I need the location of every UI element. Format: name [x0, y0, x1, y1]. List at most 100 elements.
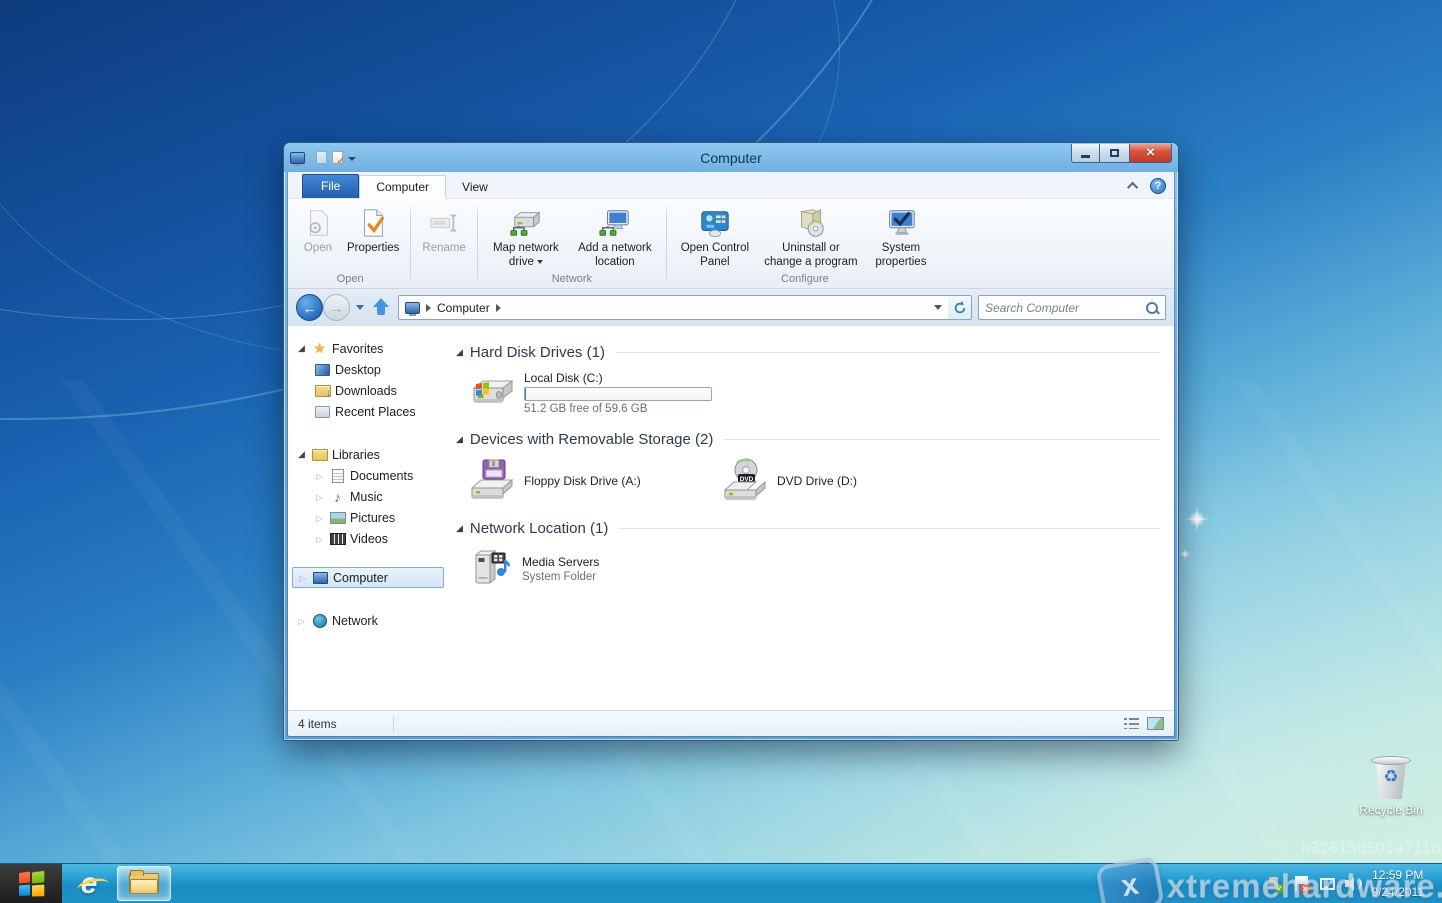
recent-places-icon	[314, 404, 331, 419]
videos-icon	[329, 531, 346, 546]
close-button[interactable]	[1129, 144, 1172, 163]
sidebar-item-libraries[interactable]: Libraries	[292, 444, 448, 465]
section-header-network-location[interactable]: Network Location (1)	[456, 520, 1160, 537]
network-tile-media-servers[interactable]: Media Servers System Folder	[456, 541, 709, 599]
taskbar-file-explorer[interactable]	[117, 866, 171, 901]
uninstall-program-button[interactable]: Uninstall or change a program	[759, 204, 863, 271]
file-explorer-icon	[129, 873, 159, 895]
sidebar-item-computer[interactable]: Computer	[292, 567, 444, 588]
dropdown-arrow-icon	[537, 260, 543, 264]
recycle-bin-icon[interactable]	[1371, 755, 1411, 801]
breadcrumb-computer[interactable]: Computer	[437, 301, 490, 315]
action-center-icon[interactable]: ✕	[1292, 875, 1309, 892]
back-button[interactable]	[296, 294, 323, 321]
internet-explorer-icon: e	[81, 869, 98, 899]
recycle-bin[interactable]: Recycle Bin	[1352, 755, 1430, 817]
drive-tile-local-disk-c[interactable]: Local Disk (C:) 51.2 GB free of 59.6 GB	[456, 365, 736, 423]
properties-icon	[356, 207, 390, 239]
search-icon[interactable]	[1145, 301, 1159, 315]
collapse-arrow-icon[interactable]	[296, 343, 307, 354]
details-view-icon[interactable]	[1124, 717, 1139, 730]
collapse-arrow-icon[interactable]	[456, 523, 463, 534]
open-control-panel-button[interactable]: Open Control Panel	[673, 204, 757, 271]
expand-arrow-icon[interactable]	[314, 492, 325, 502]
minimize-icon	[1081, 155, 1090, 158]
refresh-button[interactable]	[948, 295, 972, 320]
tab-file[interactable]: File	[302, 174, 359, 198]
collapse-arrow-icon[interactable]	[456, 347, 463, 358]
start-button[interactable]	[0, 864, 62, 903]
wallpaper-sparkle	[1188, 510, 1206, 528]
taskbar: e ✕ 12:59 PM 9/24/2011	[0, 863, 1442, 903]
collapse-arrow-icon[interactable]	[296, 449, 307, 460]
wallpaper-sparkle	[1181, 550, 1190, 559]
collapse-arrow-icon[interactable]	[456, 434, 463, 445]
expand-arrow-icon[interactable]	[314, 534, 325, 544]
sidebar-item-network[interactable]: Network	[292, 610, 448, 631]
explorer-window-icon[interactable]	[290, 152, 305, 164]
sidebar-item-downloads[interactable]: Downloads	[292, 380, 448, 401]
navigation-bar: Computer	[288, 289, 1174, 326]
search-input[interactable]	[985, 301, 1145, 315]
map-network-drive-button[interactable]: Map network drive	[484, 204, 568, 271]
taskbar-clock[interactable]: 12:59 PM 9/24/2011	[1370, 867, 1435, 901]
ribbon-group-open: Open Properties Open	[292, 201, 408, 288]
rename-button[interactable]: Rename	[417, 204, 470, 258]
dvd-drive-icon: DVD	[721, 458, 769, 504]
volume-icon[interactable]	[1344, 875, 1361, 892]
expand-arrow-icon[interactable]	[314, 513, 325, 523]
expand-arrow-icon[interactable]	[314, 471, 325, 481]
network-tray-icon[interactable]	[1318, 875, 1335, 892]
network-icon	[311, 613, 328, 628]
uninstall-program-icon	[794, 207, 828, 239]
expand-arrow-icon[interactable]	[296, 616, 307, 626]
system-properties-button[interactable]: System properties	[865, 204, 937, 271]
up-button[interactable]	[370, 296, 392, 320]
properties-button[interactable]: Properties	[342, 204, 404, 258]
section-header-hard-disk-drives[interactable]: Hard Disk Drives (1)	[456, 344, 1160, 361]
titlebar[interactable]: Computer	[284, 143, 1178, 172]
taskbar-internet-explorer[interactable]: e	[62, 864, 116, 903]
properties-qat-icon[interactable]	[332, 151, 343, 164]
ribbon-group-label: Network	[484, 271, 660, 288]
sidebar-item-recent-places[interactable]: Recent Places	[292, 401, 448, 422]
sidebar-item-favorites[interactable]: Favorites	[292, 338, 448, 359]
sidebar-item-music[interactable]: Music	[292, 486, 448, 507]
drive-tile-dvd-d[interactable]: DVD DVD Drive (D:)	[709, 452, 962, 512]
breadcrumb-chevron-icon[interactable]	[426, 304, 431, 312]
window-controls	[1071, 152, 1172, 163]
system-properties-icon	[884, 207, 918, 239]
new-folder-icon[interactable]	[316, 151, 327, 164]
sidebar-item-desktop[interactable]: Desktop	[292, 359, 448, 380]
open-button[interactable]: Open	[296, 204, 340, 258]
forward-button[interactable]	[323, 294, 350, 321]
help-icon[interactable]	[1150, 178, 1166, 194]
minimize-button[interactable]	[1071, 144, 1100, 163]
recycle-bin-label: Recycle Bin	[1352, 803, 1430, 817]
breadcrumb-chevron-icon[interactable]	[496, 304, 501, 312]
sidebar-item-documents[interactable]: Documents	[292, 465, 448, 486]
tab-computer[interactable]: Computer	[359, 175, 446, 199]
drive-name: DVD Drive (D:)	[777, 474, 857, 488]
tab-view[interactable]: View	[446, 176, 504, 198]
usb-device-icon[interactable]	[1266, 875, 1283, 892]
address-bar[interactable]: Computer	[398, 295, 949, 320]
section-rule	[616, 352, 1160, 353]
ribbon-controls	[1130, 178, 1166, 198]
drive-tile-floppy-a[interactable]: Floppy Disk Drive (A:)	[456, 452, 709, 512]
minimize-ribbon-icon[interactable]	[1127, 182, 1138, 193]
address-dropdown-icon[interactable]	[934, 305, 942, 310]
search-box[interactable]	[978, 295, 1166, 320]
build-id-watermark: .b32615d501a711d0	[1296, 840, 1442, 858]
recent-pages-dropdown-icon[interactable]	[356, 305, 364, 310]
expand-arrow-icon[interactable]	[297, 573, 308, 583]
sidebar-item-videos[interactable]: Videos	[292, 528, 448, 549]
section-header-removable-storage[interactable]: Devices with Removable Storage (2)	[456, 431, 1160, 448]
sidebar-item-pictures[interactable]: Pictures	[292, 507, 448, 528]
maximize-button[interactable]	[1100, 144, 1129, 163]
large-icons-view-icon[interactable]	[1147, 717, 1164, 730]
ribbon-tab-bar: File Computer View	[288, 172, 1174, 198]
add-network-location-button[interactable]: Add a network location	[570, 204, 660, 271]
customize-qat-dropdown-icon[interactable]	[348, 157, 356, 161]
recycle-bin-rim	[1371, 756, 1411, 765]
